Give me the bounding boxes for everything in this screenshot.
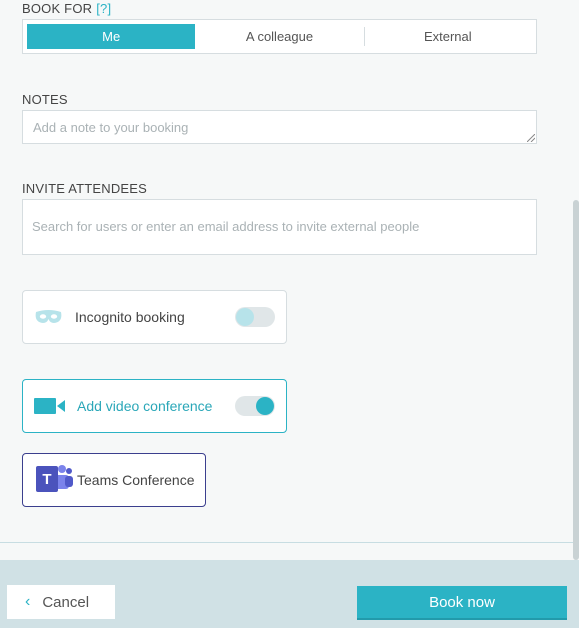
divider (0, 542, 573, 543)
booking-form: BOOK FOR [?] Me A colleague External NOTE… (0, 0, 573, 543)
video-conference-card: Add video conference (22, 379, 287, 433)
book-now-label: Book now (429, 593, 495, 611)
book-for-option-me[interactable]: Me (27, 24, 196, 49)
incognito-booking-label: Incognito booking (75, 309, 185, 325)
invite-attendees-label: INVITE ATTENDEES (22, 181, 148, 196)
book-for-help-link[interactable]: [?] (96, 1, 111, 16)
book-for-option-colleague[interactable]: A colleague (195, 24, 363, 49)
cancel-label: Cancel (42, 593, 90, 611)
book-for-option-external[interactable]: External (363, 24, 532, 49)
invite-attendees-input[interactable]: Search for users or enter an email addre… (22, 199, 537, 255)
video-camera-icon (34, 398, 65, 414)
scrollbar[interactable] (573, 200, 579, 560)
chevron-left-icon: ‹ (25, 593, 31, 610)
footer-bar: ‹ Cancel Book now (0, 560, 579, 628)
mask-icon (35, 310, 62, 323)
resize-handle-icon[interactable] (527, 134, 535, 142)
book-for-selector: Me A colleague External (22, 19, 537, 54)
book-for-label: BOOK FOR [?] (22, 1, 112, 16)
toggle-knob (256, 397, 274, 415)
incognito-toggle[interactable] (235, 307, 275, 327)
notes-label: NOTES (22, 92, 68, 107)
incognito-booking-card: Incognito booking (22, 290, 287, 344)
book-now-button[interactable]: Book now (357, 586, 567, 620)
teams-icon: T (36, 465, 73, 492)
cancel-button[interactable]: ‹ Cancel (7, 585, 115, 619)
video-conference-label: Add video conference (77, 398, 213, 414)
teams-conference-button[interactable]: T Teams Conference (22, 453, 206, 507)
notes-input[interactable]: Add a note to your booking (22, 110, 537, 144)
video-conference-toggle[interactable] (235, 396, 275, 416)
svg-text:T: T (42, 471, 51, 488)
toggle-knob (236, 308, 254, 326)
teams-conference-label: Teams Conference (77, 472, 195, 488)
